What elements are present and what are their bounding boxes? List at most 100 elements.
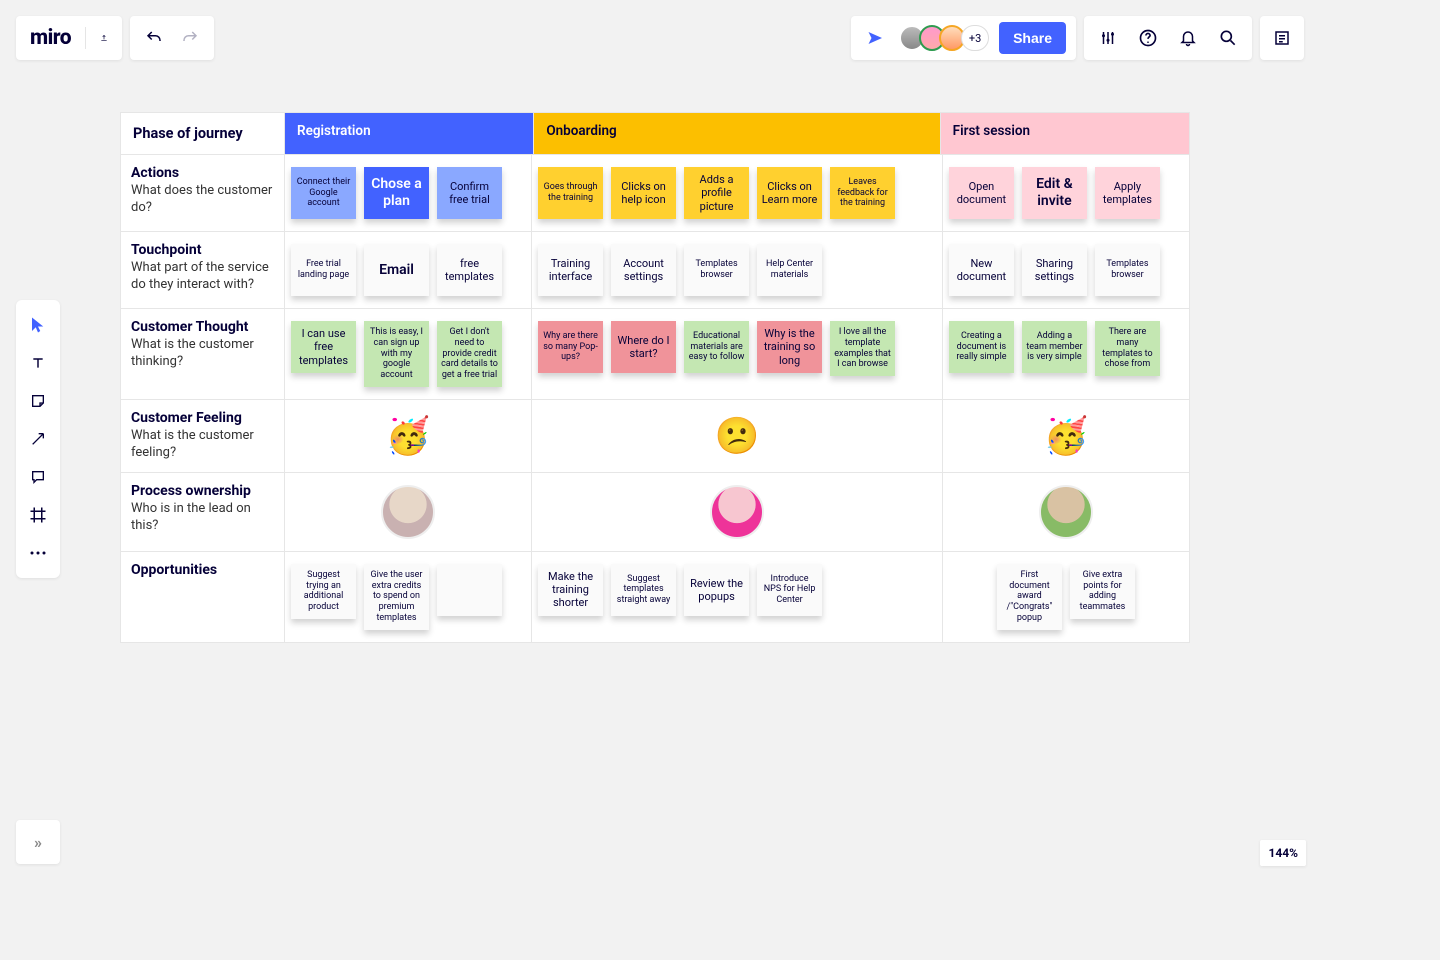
sticky-note[interactable]: Goes through the training xyxy=(538,167,603,219)
sticky-note[interactable]: I can use free templates xyxy=(291,321,356,373)
phase-registration[interactable]: Registration xyxy=(285,113,534,154)
sticky-note[interactable]: Training interface xyxy=(538,244,603,296)
confused-face-icon[interactable]: 😕 xyxy=(715,415,760,457)
sticky-note[interactable]: Apply templates xyxy=(1095,167,1160,219)
sticky-note[interactable]: Email xyxy=(364,244,429,296)
board-menu[interactable]: miro xyxy=(16,16,122,60)
sticky-note[interactable]: Suggest templates straight away xyxy=(611,564,676,616)
sticky-note[interactable]: Leaves feedback for the training xyxy=(830,167,895,219)
sticky-note[interactable]: New document xyxy=(949,244,1014,296)
reveal-toolbar-button[interactable]: » xyxy=(16,820,60,864)
sticky-note[interactable]: Clicks on Learn more xyxy=(757,167,822,219)
opps-fst[interactable]: First document award /"Congrats" popup G… xyxy=(943,552,1189,642)
sticky-note[interactable]: Educational materials are easy to follow xyxy=(684,321,749,373)
sticky-note[interactable]: Edit & invite xyxy=(1022,167,1087,219)
actions-fst[interactable]: Open document Edit & invite Apply templa… xyxy=(943,155,1189,231)
sticky-note[interactable]: Free trial landing page xyxy=(291,244,356,296)
sticky-note[interactable]: This is easy, I can sign up with my goog… xyxy=(364,321,429,387)
touch-onb[interactable]: Training interface Account settings Temp… xyxy=(532,232,943,308)
sticky-note[interactable]: Suggest trying an additional product xyxy=(291,564,356,619)
sticky-note[interactable]: First document award /"Congrats" popup xyxy=(997,564,1062,630)
undo-icon[interactable] xyxy=(136,20,172,56)
select-tool-icon[interactable] xyxy=(16,306,60,344)
sticky-note[interactable]: Review the popups xyxy=(684,564,749,616)
avatar-more[interactable]: +3 xyxy=(961,25,989,51)
settings-icon[interactable] xyxy=(1088,20,1128,56)
owner-avatar[interactable] xyxy=(710,485,764,539)
thought-onb[interactable]: Why are there so many Pop-ups? Where do … xyxy=(532,309,943,399)
owner-avatar[interactable] xyxy=(1039,485,1093,539)
sticky-note[interactable]: Confirm free trial xyxy=(437,167,502,219)
sticky-note[interactable]: Get I don't need to provide credit card … xyxy=(437,321,502,387)
sticky-note[interactable]: Give extra points for adding teammates xyxy=(1070,564,1135,619)
redo-icon[interactable] xyxy=(172,20,208,56)
share-button[interactable]: Share xyxy=(999,22,1066,54)
more-tools-icon[interactable] xyxy=(16,534,60,572)
sticky-note[interactable]: Introduce NPS for Help Center xyxy=(757,564,822,616)
miro-logo: miro xyxy=(16,26,85,50)
sticky-note[interactable]: There are many templates to chose from xyxy=(1095,321,1160,376)
sticky-note[interactable]: Why are there so many Pop-ups? xyxy=(538,321,603,373)
help-icon[interactable] xyxy=(1128,20,1168,56)
owner-avatar[interactable] xyxy=(381,485,435,539)
frame-tool-icon[interactable] xyxy=(16,496,60,534)
opps-onb[interactable]: Make the training shorter Suggest templa… xyxy=(532,552,943,642)
sticky-note[interactable]: I love all the template examples that I … xyxy=(830,321,895,376)
text-tool-icon[interactable] xyxy=(16,344,60,382)
undo-redo-group xyxy=(130,16,214,60)
sticky-note[interactable]: Adding a team member is very simple xyxy=(1022,321,1087,373)
phase-header-row: Phase of journey Registration Onboarding… xyxy=(121,113,1189,155)
sticky-note[interactable]: Chose a plan xyxy=(364,167,429,219)
sticky-note[interactable]: Sharing settings xyxy=(1022,244,1087,296)
activity-panel-icon[interactable] xyxy=(1260,16,1304,60)
sticky-note[interactable]: Templates browser xyxy=(684,244,749,296)
actions-reg[interactable]: Connect their Google account Chose a pla… xyxy=(285,155,532,231)
notifications-icon[interactable] xyxy=(1168,20,1208,56)
sticky-note[interactable]: Open document xyxy=(949,167,1014,219)
sticky-note[interactable]: Help Center materials xyxy=(757,244,822,296)
opps-reg[interactable]: Suggest trying an additional product Giv… xyxy=(285,552,532,642)
phase-first-session[interactable]: First session xyxy=(941,113,1189,154)
party-face-icon[interactable]: 🥳 xyxy=(1044,415,1089,457)
feeling-reg[interactable]: 🥳 xyxy=(285,400,532,472)
collab-cluster: +3 Share xyxy=(851,16,1076,60)
presenting-icon[interactable] xyxy=(861,30,889,46)
sticky-note[interactable]: free templates xyxy=(437,244,502,296)
sticky-note[interactable]: Clicks on help icon xyxy=(611,167,676,219)
sticky-note[interactable]: Make the training shorter xyxy=(538,564,603,616)
sticky-note[interactable] xyxy=(437,564,502,616)
phase-onboarding[interactable]: Onboarding xyxy=(534,113,940,154)
owner-reg[interactable] xyxy=(285,473,532,551)
feeling-fst[interactable]: 🥳 xyxy=(943,400,1189,472)
presence-avatars[interactable]: +3 xyxy=(899,25,989,51)
search-icon[interactable] xyxy=(1208,20,1248,56)
row-touchpoint: Touchpoint What part of the service do t… xyxy=(121,232,1189,309)
feeling-onb[interactable]: 😕 xyxy=(532,400,943,472)
arrow-tool-icon[interactable] xyxy=(16,420,60,458)
sticky-note[interactable]: Where do I start? xyxy=(611,321,676,373)
sticky-note[interactable]: Connect their Google account xyxy=(291,167,356,219)
sticky-note[interactable]: Templates browser xyxy=(1095,244,1160,296)
party-face-icon[interactable]: 🥳 xyxy=(386,415,431,457)
touch-fst[interactable]: New document Sharing settings Templates … xyxy=(943,232,1189,308)
journey-board[interactable]: Phase of journey Registration Onboarding… xyxy=(120,112,1190,643)
row-label: Phase of journey xyxy=(121,113,285,154)
row-label: Actions What does the customer do? xyxy=(121,155,285,231)
row-label: Process ownership Who is in the lead on … xyxy=(121,473,285,551)
thought-reg[interactable]: I can use free templates This is easy, I… xyxy=(285,309,532,399)
touch-reg[interactable]: Free trial landing page Email free templ… xyxy=(285,232,532,308)
sticky-note-tool-icon[interactable] xyxy=(16,382,60,420)
owner-onb[interactable] xyxy=(532,473,943,551)
export-icon[interactable] xyxy=(86,20,122,56)
owner-fst[interactable] xyxy=(943,473,1189,551)
sticky-note[interactable]: Give the user extra credits to spend on … xyxy=(364,564,429,630)
comment-tool-icon[interactable] xyxy=(16,458,60,496)
sticky-note[interactable]: Account settings xyxy=(611,244,676,296)
thought-fst[interactable]: Creating a document is really simple Add… xyxy=(943,309,1189,399)
right-tools xyxy=(1084,16,1252,60)
zoom-level[interactable]: 144% xyxy=(1260,840,1306,866)
sticky-note[interactable]: Why is the training so long xyxy=(757,321,822,373)
sticky-note[interactable]: Creating a document is really simple xyxy=(949,321,1014,373)
actions-onb[interactable]: Goes through the training Clicks on help… xyxy=(532,155,943,231)
sticky-note[interactable]: Adds a profile picture xyxy=(684,167,749,219)
